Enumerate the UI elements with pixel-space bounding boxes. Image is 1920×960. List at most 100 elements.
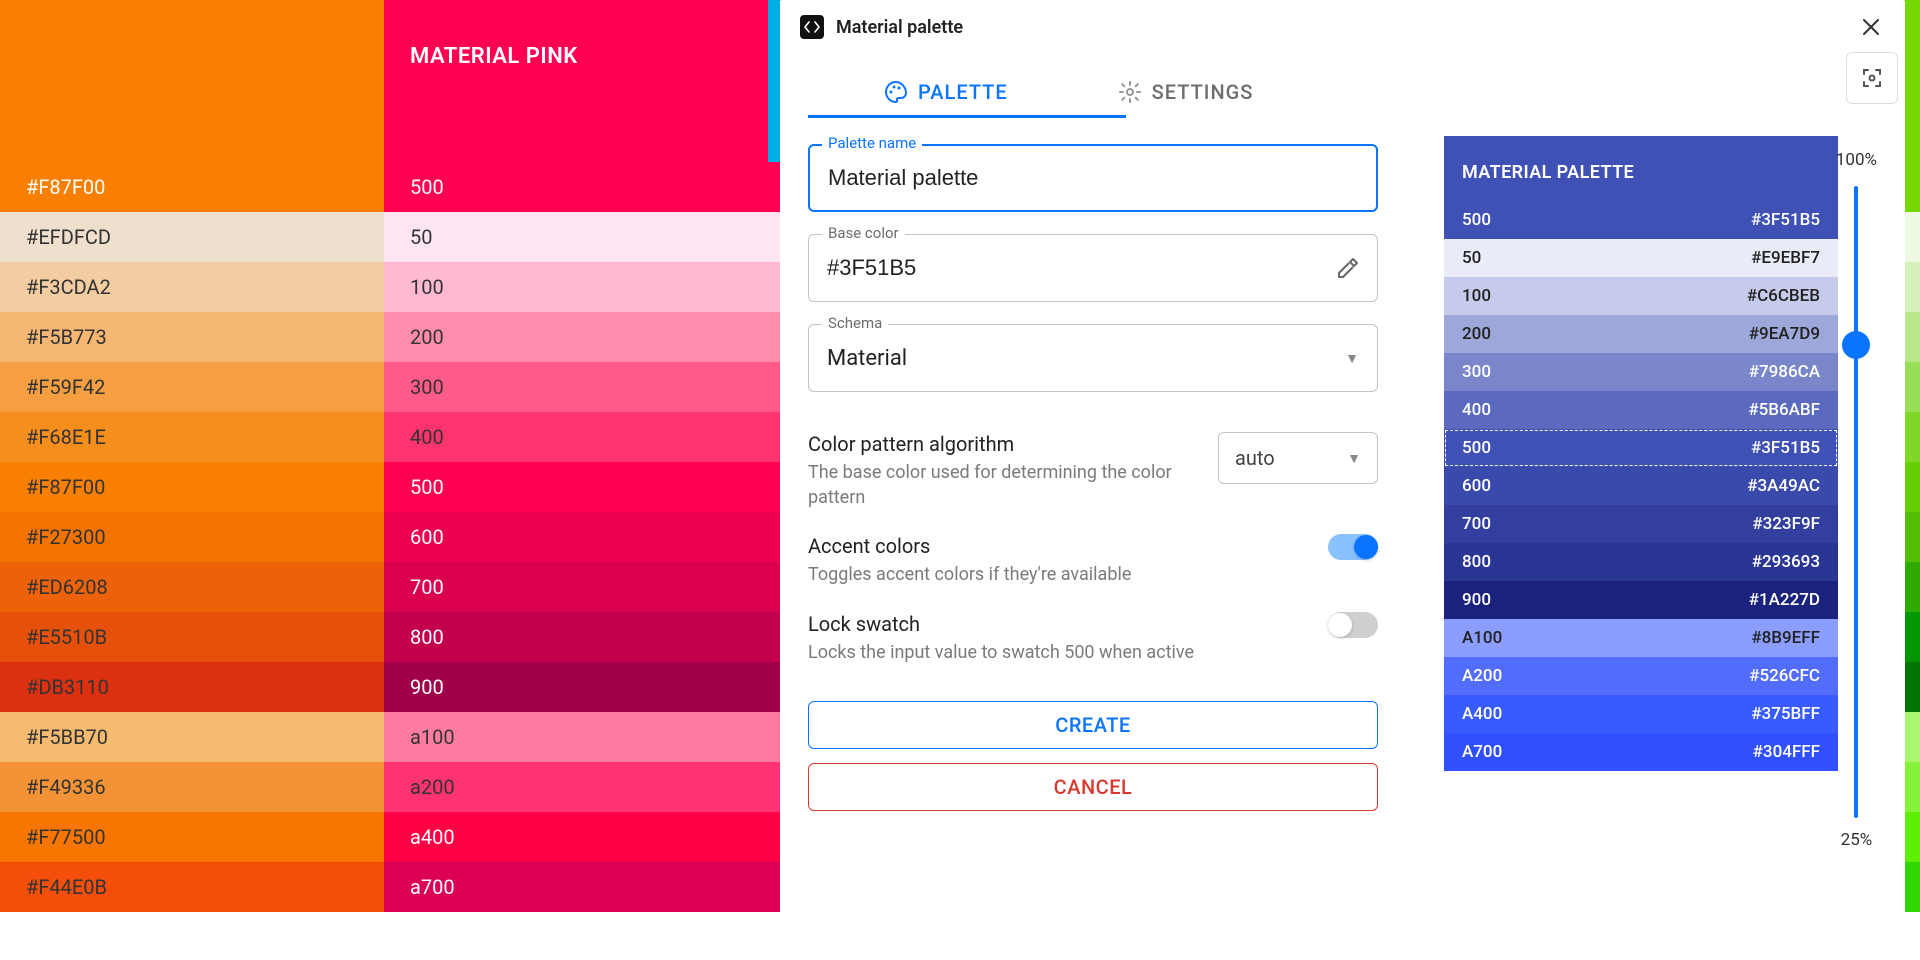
- swatch-row[interactable]: #F44E0B: [0, 862, 384, 912]
- swatch-row[interactable]: #F49336: [0, 762, 384, 812]
- swatch-row[interactable]: #EFDFCD: [0, 212, 384, 262]
- swatch-row[interactable]: a700: [384, 862, 768, 912]
- palette-name-input[interactable]: [808, 144, 1378, 212]
- swatch-row[interactable]: 300: [384, 362, 768, 412]
- close-button[interactable]: [1857, 13, 1885, 41]
- swatch-shade: 700: [410, 575, 444, 599]
- schema-field: Schema Material ▼: [808, 324, 1378, 392]
- preview-swatch[interactable]: A100#8B9EFF: [1444, 619, 1838, 657]
- algo-sub: The base color used for determining the …: [808, 460, 1198, 510]
- swatch-row[interactable]: #F87F00: [0, 162, 384, 212]
- preview-shade: A700: [1462, 742, 1502, 762]
- swatch-row[interactable]: #F3CDA2: [0, 262, 384, 312]
- preview-swatch[interactable]: 300 #7986CA: [1444, 353, 1838, 391]
- swatch-hex: #F5B773: [26, 325, 226, 349]
- swatch-row[interactable]: 500: [384, 462, 768, 512]
- preview-hex: #1A227D: [1749, 590, 1820, 610]
- preview-swatch[interactable]: 100#C6CBEB: [1444, 277, 1838, 315]
- preview-hex: #3A49AC: [1747, 476, 1820, 496]
- preview-swatch[interactable]: 50#E9EBF7: [1444, 239, 1838, 277]
- opacity-slider[interactable]: [1854, 186, 1858, 818]
- swatch-row[interactable]: a100: [384, 712, 768, 762]
- preview-shade: A400: [1462, 704, 1502, 724]
- swatch-hex: #F49336: [26, 775, 226, 799]
- tab-settings[interactable]: SETTINGS: [1118, 80, 1254, 104]
- swatch-row[interactable]: 50: [384, 212, 768, 262]
- swatch-row[interactable]: #F87F00: [0, 462, 384, 512]
- swatch-row[interactable]: a200: [384, 762, 768, 812]
- swatch-shade: a400: [410, 825, 455, 849]
- swatch-row[interactable]: a400: [384, 812, 768, 862]
- swatch-row[interactable]: #F5B773: [0, 312, 384, 362]
- swatch-row[interactable]: #E5510B: [0, 612, 384, 662]
- create-button[interactable]: CREATE: [808, 701, 1378, 749]
- swatch-row[interactable]: 100: [384, 262, 768, 312]
- palette-preview: MATERIAL PALETTE500#3F51B550#E9EBF7100#C…: [1444, 136, 1838, 892]
- swatch-row[interactable]: #F27300: [0, 512, 384, 562]
- swatch-row[interactable]: #DB3110: [0, 662, 384, 712]
- tab-palette-label: PALETTE: [918, 80, 1008, 104]
- swatch-hex: #F27300: [26, 525, 226, 549]
- base-color-input[interactable]: [808, 234, 1378, 302]
- swatch-row[interactable]: #F5BB70: [0, 712, 384, 762]
- preview-shade: 200: [1462, 324, 1491, 344]
- preview-hex: #7986CA: [1749, 362, 1820, 382]
- slider-thumb[interactable]: [1842, 331, 1870, 359]
- swatch-row[interactable]: 800: [384, 612, 768, 662]
- tab-palette[interactable]: PALETTE: [884, 80, 1008, 104]
- base-color-field: Base color: [808, 234, 1378, 302]
- preview-swatch[interactable]: 900 #1A227D: [1444, 581, 1838, 619]
- cancel-button[interactable]: CANCEL: [808, 763, 1378, 811]
- swatch-hex: #F68E1E: [26, 425, 226, 449]
- preview-hex: #E9EBF7: [1751, 248, 1820, 268]
- swatch-row[interactable]: 400: [384, 412, 768, 462]
- preview-swatch[interactable]: 500 #3F51B5: [1444, 429, 1838, 467]
- swatch-hex: #F59F42: [26, 375, 226, 399]
- preview-swatch[interactable]: 800#293693: [1444, 543, 1838, 581]
- preview-hex: #3F51B5: [1751, 438, 1820, 458]
- swatch-row[interactable]: 500: [384, 162, 768, 212]
- preview-swatch[interactable]: 400#5B6ABF: [1444, 391, 1838, 429]
- gear-icon: [1118, 80, 1142, 104]
- preview-shade: 500: [1462, 438, 1491, 458]
- palette-icon: [884, 80, 908, 104]
- algo-select[interactable]: auto ▼: [1218, 432, 1378, 484]
- schema-select[interactable]: Material ▼: [808, 324, 1378, 392]
- swatch-row[interactable]: 600: [384, 512, 768, 562]
- swatch-shade: 300: [410, 375, 444, 399]
- chevron-down-icon: ▼: [1347, 450, 1361, 467]
- swatch-shade: 400: [410, 425, 444, 449]
- swatch-row[interactable]: #ED6208: [0, 562, 384, 612]
- preview-hex: #375BFF: [1751, 704, 1820, 724]
- preview-shade: 300: [1462, 362, 1491, 382]
- base-color-label: Base color: [822, 224, 905, 242]
- preview-swatch[interactable]: A400 #375BFF: [1444, 695, 1838, 733]
- preview-swatch[interactable]: A200#526CFC: [1444, 657, 1838, 695]
- preview-swatch[interactable]: 700#323F9F: [1444, 505, 1838, 543]
- preview-swatch[interactable]: 200 #9EA7D9: [1444, 315, 1838, 353]
- swatch-row[interactable]: 200: [384, 312, 768, 362]
- swatch-shade: 100: [410, 275, 444, 299]
- swatch-row[interactable]: #F68E1E: [0, 412, 384, 462]
- lock-toggle[interactable]: [1328, 612, 1378, 638]
- swatch-row[interactable]: 700: [384, 562, 768, 612]
- swatch-row[interactable]: #F59F42: [0, 362, 384, 412]
- preview-shade: 900: [1462, 590, 1491, 610]
- swatch-hex: #ED6208: [26, 575, 226, 599]
- palette-name-field: Palette name: [808, 144, 1378, 212]
- accent-toggle[interactable]: [1328, 534, 1378, 560]
- preview-swatch[interactable]: 600#3A49AC: [1444, 467, 1838, 505]
- preview-swatch[interactable]: A700#304FFF: [1444, 733, 1838, 771]
- swatch-row[interactable]: #F77500: [0, 812, 384, 862]
- preview-hex: #526CFC: [1749, 666, 1820, 686]
- preview-hex: #9EA7D9: [1749, 324, 1820, 344]
- eyedropper-icon[interactable]: [1336, 256, 1360, 280]
- preview-shade: 100: [1462, 286, 1491, 306]
- lock-title: Lock swatch: [808, 612, 1308, 636]
- swatch-hex: #F44E0B: [26, 875, 226, 899]
- preview-hex: #5B6ABF: [1748, 400, 1820, 420]
- slider-top-label: 100%: [1836, 150, 1877, 170]
- preview-swatch[interactable]: 500#3F51B5: [1444, 201, 1838, 239]
- swatch-row[interactable]: 900: [384, 662, 768, 712]
- swatch-shade: 50: [410, 225, 432, 249]
